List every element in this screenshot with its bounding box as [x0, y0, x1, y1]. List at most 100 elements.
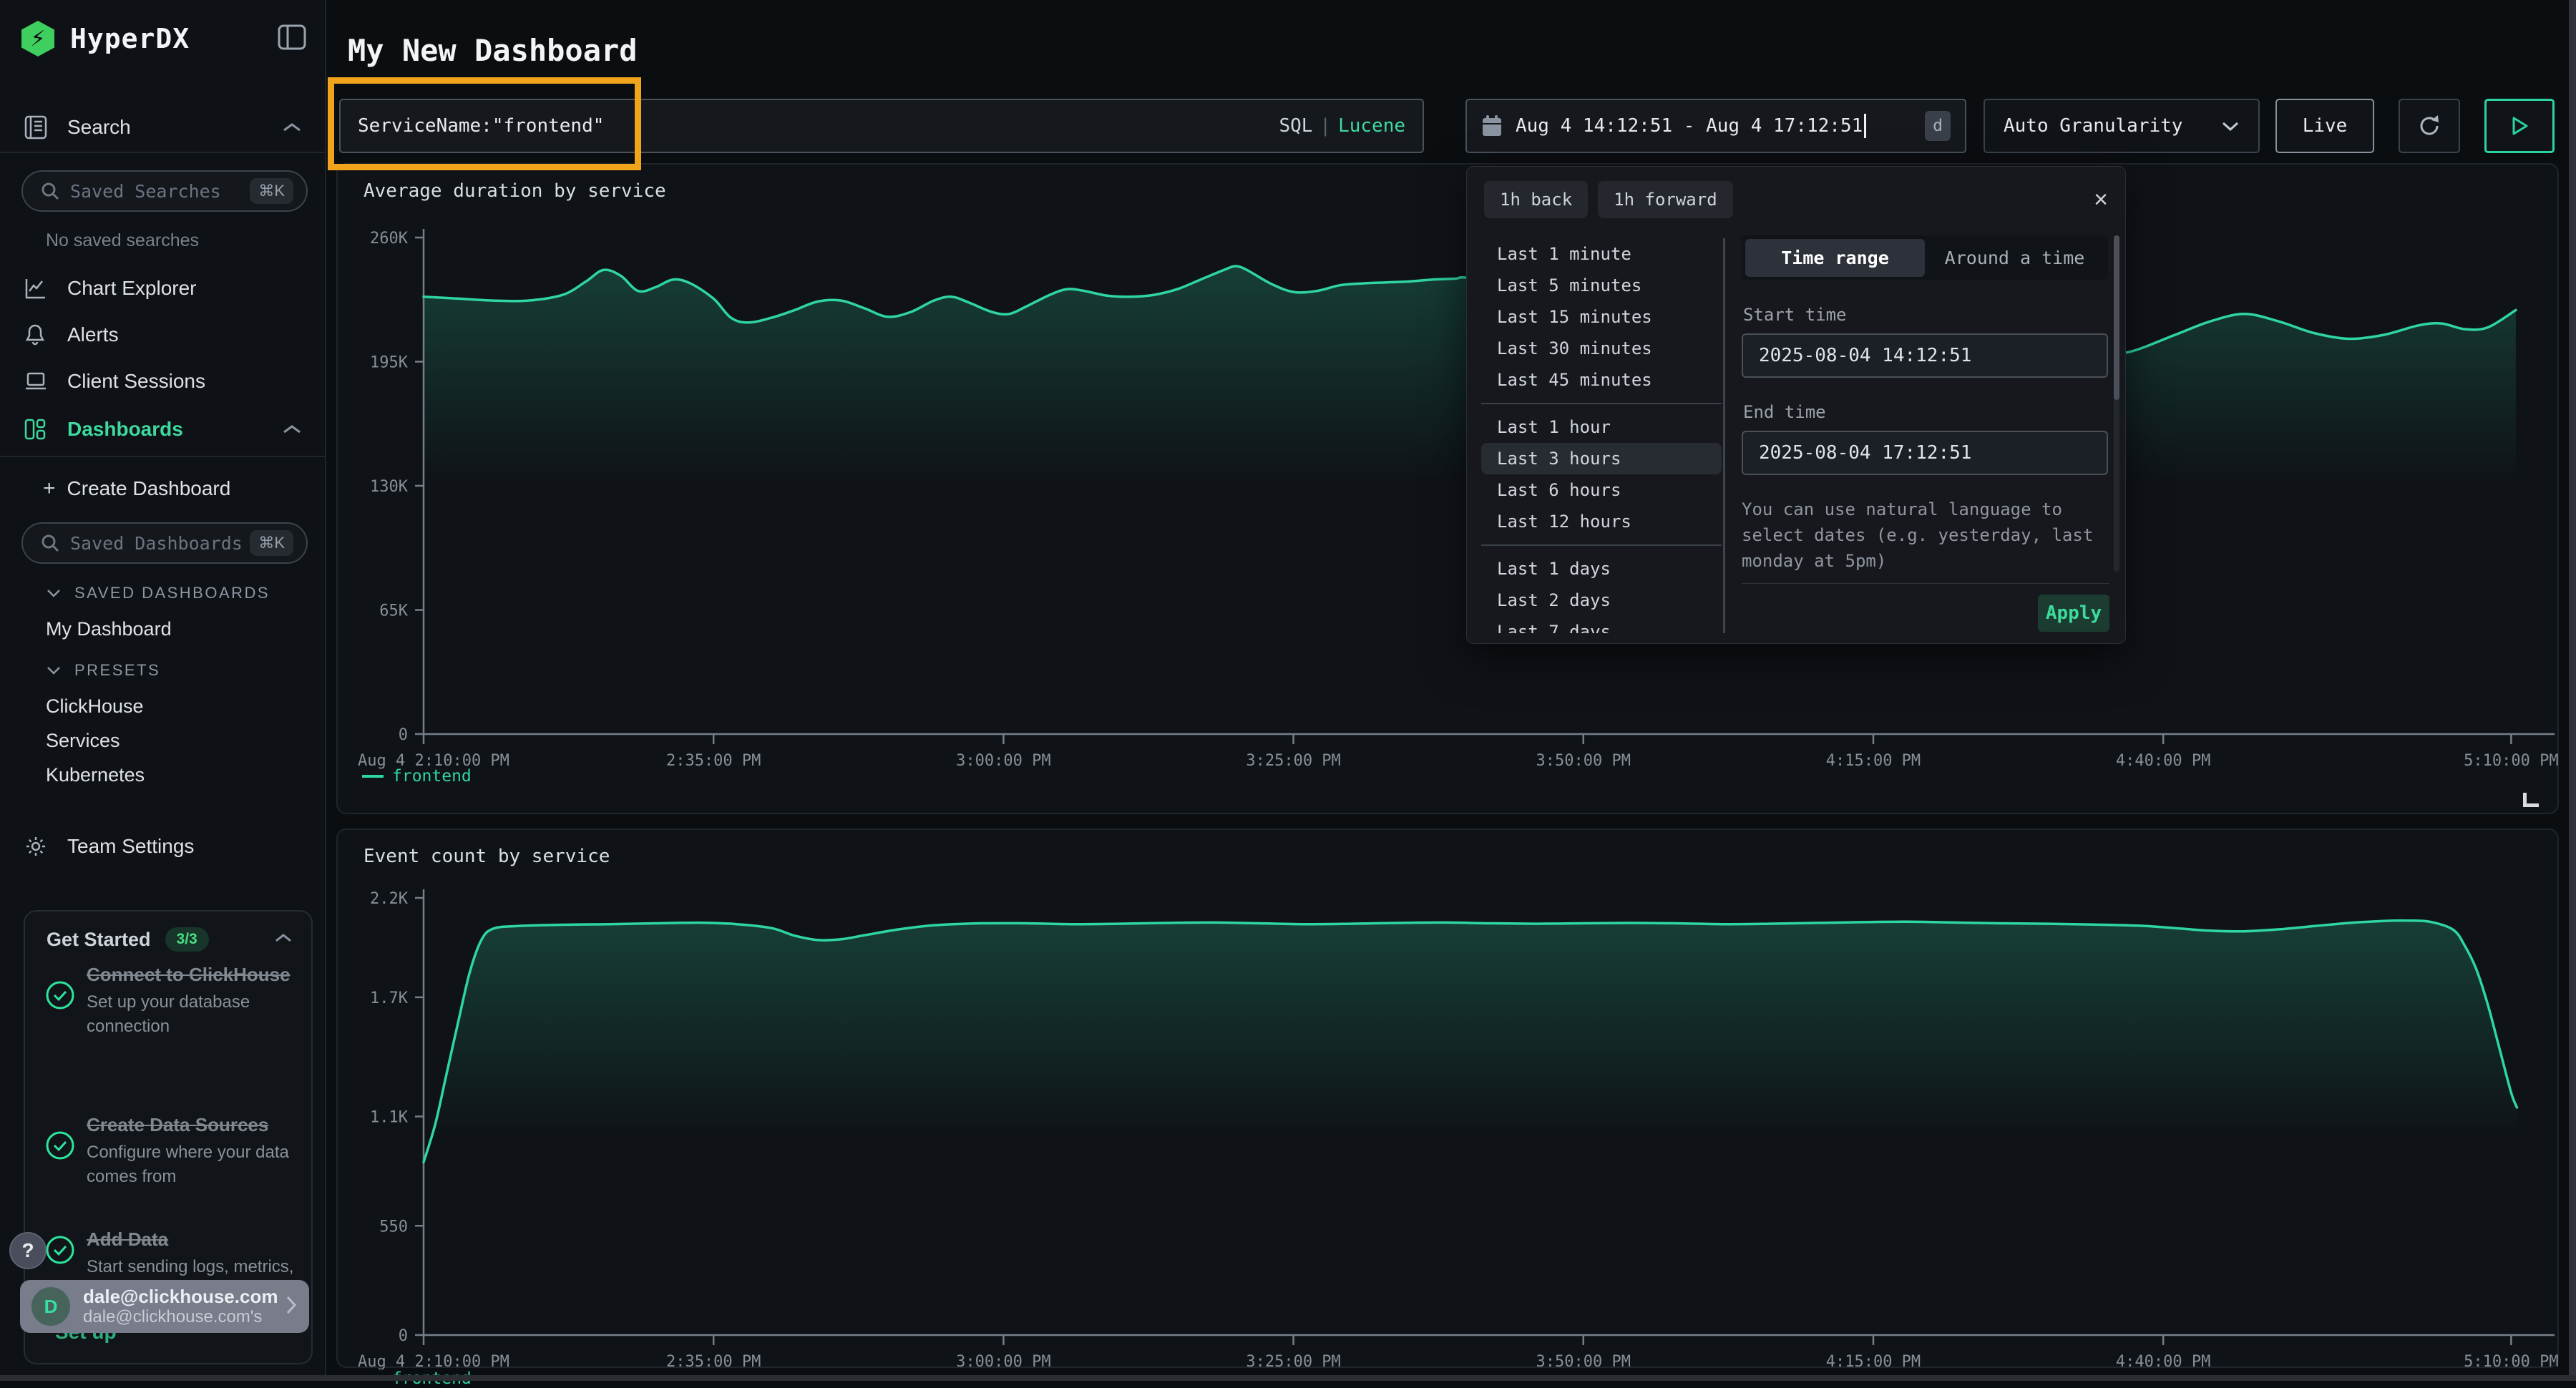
- svg-text:1.1K: 1.1K: [370, 1109, 409, 1127]
- granularity-dropdown[interactable]: Auto Granularity: [1984, 99, 2260, 153]
- saved-dashboards-section[interactable]: SAVED DASHBOARDS: [46, 584, 270, 602]
- svg-text:65K: 65K: [379, 602, 408, 620]
- sidebar-item-services[interactable]: Services: [46, 730, 120, 752]
- range-option[interactable]: Last 1 hour: [1481, 411, 1722, 443]
- shift-forward-button[interactable]: 1h forward: [1598, 181, 1733, 218]
- window-bottom-scrollbar[interactable]: [0, 1375, 2576, 1381]
- close-icon[interactable]: ×: [2094, 187, 2108, 212]
- avg-duration-chart[interactable]: 065K130K195K260KAug 4 2:10:00 PM2:35:00 …: [338, 165, 2560, 816]
- range-option[interactable]: Last 1 days: [1481, 553, 1722, 585]
- checklist-item-title: Add Data: [87, 1226, 294, 1252]
- range-option[interactable]: Last 6 hours: [1481, 474, 1722, 506]
- sidebar-item-label: Client Sessions: [67, 370, 205, 393]
- range-option[interactable]: Last 7 days: [1481, 616, 1722, 633]
- svg-text:Aug 4 2:10:00 PM: Aug 4 2:10:00 PM: [358, 1353, 509, 1369]
- range-option[interactable]: Last 15 minutes: [1481, 301, 1722, 333]
- bell-icon: [24, 323, 49, 346]
- run-query-button[interactable]: [2484, 99, 2555, 153]
- chart-legend[interactable]: frontend: [362, 767, 472, 786]
- range-option-selected[interactable]: Last 3 hours: [1481, 443, 1722, 474]
- text-cursor: [1864, 114, 1866, 138]
- presets-section[interactable]: PRESETS: [46, 661, 160, 680]
- svg-text:2:35:00 PM: 2:35:00 PM: [666, 752, 761, 770]
- time-range-input[interactable]: Aug 4 14:12:51 - Aug 4 17:12:51 d: [1465, 99, 1966, 153]
- sidebar-item-client-sessions[interactable]: Client Sessions: [0, 361, 326, 401]
- chart-panel-event-count: Event count by service 05501.1K1.7K2.2KA…: [336, 829, 2559, 1368]
- svg-text:0: 0: [399, 726, 408, 744]
- checklist-item-title: Connect to ClickHouse: [87, 962, 294, 987]
- sidebar-item-chart-explorer[interactable]: Chart Explorer: [0, 268, 326, 308]
- divider: [1481, 403, 1722, 404]
- svg-text:130K: 130K: [370, 478, 409, 496]
- account-chip[interactable]: D dale@clickhouse.com dale@clickhouse.co…: [20, 1280, 309, 1333]
- divider: [0, 152, 325, 153]
- saved-searches-input[interactable]: Saved Searches ⌘K: [21, 170, 308, 212]
- sidebar-item-team-settings[interactable]: Team Settings: [0, 826, 326, 866]
- search-section-icon: [24, 115, 49, 140]
- live-button[interactable]: Live: [2275, 99, 2374, 153]
- saved-dashboards-input[interactable]: Saved Dashboards ⌘K: [21, 522, 308, 564]
- gear-icon: [24, 835, 49, 858]
- section-label: SAVED DASHBOARDS: [74, 584, 270, 602]
- dashboards-icon: [24, 419, 49, 440]
- tab-around-a-time[interactable]: Around a time: [1925, 239, 2104, 277]
- chevron-down-icon: [46, 588, 62, 598]
- lucene-toggle[interactable]: Lucene: [1338, 115, 1405, 137]
- legend-label: frontend: [392, 767, 472, 786]
- sidebar-item-search[interactable]: Search: [0, 107, 326, 147]
- no-saved-searches-note: No saved searches: [46, 230, 199, 251]
- range-option[interactable]: Last 5 minutes: [1481, 270, 1722, 301]
- apply-button[interactable]: Apply: [2038, 595, 2109, 632]
- check-circle-icon: [45, 980, 77, 1039]
- checklist-item[interactable]: Connect to ClickHouse Set up your databa…: [45, 962, 296, 1039]
- popup-scrollbar[interactable]: [2114, 235, 2119, 572]
- panel-resize-handle[interactable]: [2523, 793, 2539, 807]
- shift-back-button[interactable]: 1h back: [1484, 181, 1588, 218]
- collapse-sidebar-icon[interactable]: [278, 24, 306, 54]
- play-icon: [2509, 115, 2529, 137]
- laptop-icon: [24, 371, 49, 392]
- list-separator: [1723, 238, 1725, 633]
- end-time-input[interactable]: 2025-08-04 17:12:51: [1742, 431, 2108, 475]
- help-button[interactable]: ?: [9, 1232, 47, 1269]
- sidebar-item-dashboards[interactable]: Dashboards: [0, 409, 326, 449]
- refresh-button[interactable]: [2399, 99, 2460, 153]
- time-mode-tabs: Time range Around a time: [1742, 235, 2108, 280]
- start-time-input[interactable]: 2025-08-04 14:12:51: [1742, 333, 2108, 378]
- duration-shortcut-badge: d: [1925, 111, 1951, 141]
- question-icon: ?: [21, 1239, 34, 1262]
- sidebar-item-my-dashboard[interactable]: My Dashboard: [46, 618, 172, 640]
- range-option[interactable]: Last 1 minute: [1481, 238, 1722, 270]
- sql-toggle[interactable]: SQL: [1279, 115, 1312, 137]
- create-dashboard-button[interactable]: + Create Dashboard: [0, 469, 326, 509]
- sidebar-item-label: Alerts: [67, 323, 119, 346]
- window-scrollbar[interactable]: [2569, 0, 2576, 1381]
- get-started-header[interactable]: Get Started 3/3: [47, 927, 293, 952]
- svg-text:5:10:00 PM: 5:10:00 PM: [2464, 1353, 2558, 1369]
- sidebar-item-kubernetes[interactable]: Kubernetes: [46, 764, 145, 786]
- chart-explorer-icon: [24, 277, 49, 300]
- logo-text: HyperDX: [70, 23, 190, 54]
- svg-text:550: 550: [379, 1218, 408, 1236]
- event-count-chart[interactable]: 05501.1K1.7K2.2KAug 4 2:10:00 PM2:35:00 …: [338, 830, 2560, 1369]
- natural-language-hint: You can use natural language to select d…: [1742, 497, 2108, 574]
- svg-text:3:25:00 PM: 3:25:00 PM: [1246, 1353, 1340, 1369]
- range-option[interactable]: Last 2 days: [1481, 585, 1722, 616]
- chevron-up-icon[interactable]: [274, 932, 293, 947]
- checklist-item[interactable]: Create Data Sources Configure where your…: [45, 1112, 296, 1189]
- chevron-up-icon[interactable]: [282, 122, 302, 133]
- language-toggle[interactable]: SQL|Lucene: [1279, 115, 1405, 137]
- hyperdx-logo-icon: ⚡: [21, 21, 54, 57]
- calendar-icon: [1481, 114, 1503, 137]
- range-option[interactable]: Last 45 minutes: [1481, 364, 1722, 396]
- sidebar-item-label: Search: [67, 116, 131, 139]
- range-option[interactable]: Last 30 minutes: [1481, 333, 1722, 364]
- range-option[interactable]: Last 12 hours: [1481, 506, 1722, 537]
- chevron-up-icon[interactable]: [282, 424, 302, 435]
- account-email: dale@clickhouse.com: [83, 1286, 278, 1307]
- sidebar-item-clickhouse[interactable]: ClickHouse: [46, 695, 144, 718]
- sidebar-item-label: Dashboards: [67, 418, 183, 441]
- hyperdx-app: ⚡ HyperDX Search Saved Searches ⌘K No sa…: [0, 0, 2576, 1381]
- sidebar-item-alerts[interactable]: Alerts: [0, 315, 326, 355]
- tab-time-range[interactable]: Time range: [1745, 239, 1925, 277]
